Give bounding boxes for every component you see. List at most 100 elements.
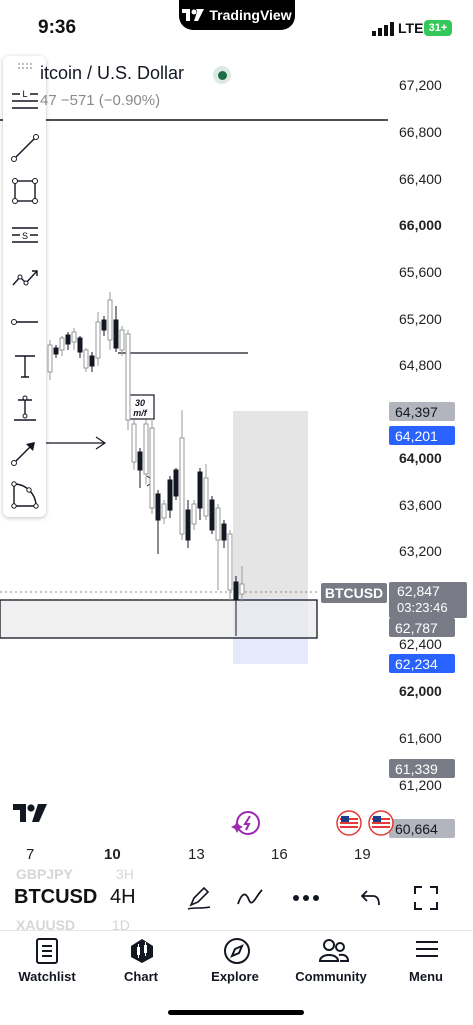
long-position-icon[interactable]: L [10, 86, 40, 116]
candle-body [113, 319, 119, 349]
candle-body [53, 347, 59, 355]
candle-body [197, 471, 203, 509]
candle-body [191, 503, 197, 525]
rectangle-drawing[interactable] [0, 599, 318, 639]
price-change: 47 −571 (−0.90%) [40, 92, 161, 109]
price-tag-gray-3: 61,339 [389, 759, 455, 778]
candle-body [95, 321, 101, 359]
price-axis-label: 61,600 [399, 730, 442, 746]
time-label: 16 [271, 846, 288, 863]
price-tag-gray-4: 60,664 [389, 819, 455, 838]
time-label: 13 [188, 846, 205, 863]
candle-body [71, 331, 77, 343]
watchlist-icon [36, 938, 58, 964]
price-axis-label: 67,200 [399, 77, 442, 93]
menu-icon [416, 941, 438, 957]
candle-body [125, 333, 131, 421]
price-axis-label: 64,000 [399, 450, 442, 466]
candle-body [131, 423, 137, 463]
candlestick-series[interactable] [47, 292, 245, 636]
community-icon [319, 939, 349, 962]
symbol-price-label: BTCUSD [321, 583, 387, 603]
symbol-title[interactable]: itcoin / U.S. Dollar [40, 63, 184, 84]
position-profit-zone[interactable] [233, 411, 308, 598]
candle-body [143, 423, 149, 475]
events-sparkle-icon[interactable] [230, 809, 262, 837]
tradingview-chart-logo-icon[interactable] [13, 804, 47, 822]
candle-body [65, 334, 71, 345]
candle-body [167, 479, 173, 511]
price-tag-blue: 64,201 [389, 426, 455, 445]
candle-body [101, 319, 107, 331]
annotation-text-1: 30 [135, 398, 145, 408]
candle-body [215, 507, 221, 541]
candle-body [179, 437, 185, 535]
us-flag-event-icon-2[interactable] [368, 810, 394, 836]
price-tag-gray: 64,397 [389, 402, 455, 421]
anchored-text-icon[interactable] [10, 394, 40, 424]
price-axis-label: 65,600 [399, 264, 442, 280]
price-axis-label: 65,200 [399, 311, 442, 327]
symbol-selector[interactable]: BTCUSD [14, 886, 97, 909]
undo-icon[interactable] [360, 888, 382, 908]
candle-body [89, 355, 95, 367]
price-axis-label: 62,000 [399, 683, 442, 699]
current-price-tag: 62,847 03:23:46 [389, 582, 467, 618]
time-label: 10 [104, 846, 121, 863]
price-axis-label: 63,600 [399, 497, 442, 513]
candle-body [59, 337, 65, 351]
prev-symbol[interactable]: GBPJPY [16, 866, 73, 882]
candle-body [239, 583, 245, 595]
nav-label: Community [295, 969, 367, 984]
short-position-icon[interactable]: S [10, 220, 40, 250]
indicators-icon[interactable] [236, 886, 264, 910]
candle-body [47, 344, 53, 373]
price-axis-label: 63,200 [399, 543, 442, 559]
fullscreen-icon[interactable] [413, 885, 439, 911]
drag-handle-icon[interactable] [17, 62, 33, 70]
timeframe-selector[interactable]: 4H [110, 886, 136, 909]
candle-body [233, 581, 239, 601]
candle-body [203, 477, 209, 517]
candle-body [107, 299, 113, 341]
arrow-tool-icon[interactable] [10, 437, 40, 467]
nav-label: Menu [409, 969, 443, 984]
price-axis-label: 66,400 [399, 171, 442, 187]
price-axis-label: 64,800 [399, 357, 442, 373]
time-label: 7 [26, 846, 35, 863]
rectangle-tool-icon[interactable] [10, 176, 40, 206]
us-flag-event-icon[interactable] [336, 810, 362, 836]
price-tag-gray-2: 62,787 [389, 618, 455, 637]
candle-body [227, 533, 233, 591]
candle-body [149, 427, 155, 509]
current-price: 62,847 [397, 583, 440, 599]
text-tool-icon[interactable] [10, 351, 40, 381]
more-options-icon[interactable] [292, 894, 320, 902]
market-status-icon[interactable] [213, 66, 231, 84]
path-tool-icon[interactable] [10, 263, 40, 293]
drawing-pen-icon[interactable] [186, 885, 212, 911]
price-axis-label: 66,000 [399, 217, 442, 233]
arc-tool-icon[interactable] [10, 480, 40, 510]
candle-body [155, 493, 161, 521]
price-axis-label: 61,200 [399, 777, 442, 793]
chart-icon [131, 939, 153, 963]
prev-timeframe: 3H [116, 866, 134, 882]
svg-text:S: S [22, 231, 28, 241]
compass-icon [224, 938, 250, 964]
candle-body [83, 349, 89, 369]
home-indicator [168, 1010, 304, 1015]
price-axis-label: 62,400 [399, 636, 442, 652]
drawing-toolbar[interactable]: L S [3, 56, 46, 517]
annotation-text-2: m/f [133, 408, 148, 418]
candle-body [161, 503, 167, 519]
candle-body [119, 329, 125, 351]
nav-label: Explore [211, 969, 259, 984]
horizontal-ray-tool-icon[interactable] [10, 307, 40, 337]
svg-text:L: L [22, 89, 27, 99]
nav-label: Chart [124, 969, 158, 984]
candle-body [221, 523, 227, 541]
trend-line-icon[interactable] [10, 133, 40, 163]
bar-countdown: 03:23:46 [397, 600, 448, 615]
candle-body [173, 469, 179, 497]
